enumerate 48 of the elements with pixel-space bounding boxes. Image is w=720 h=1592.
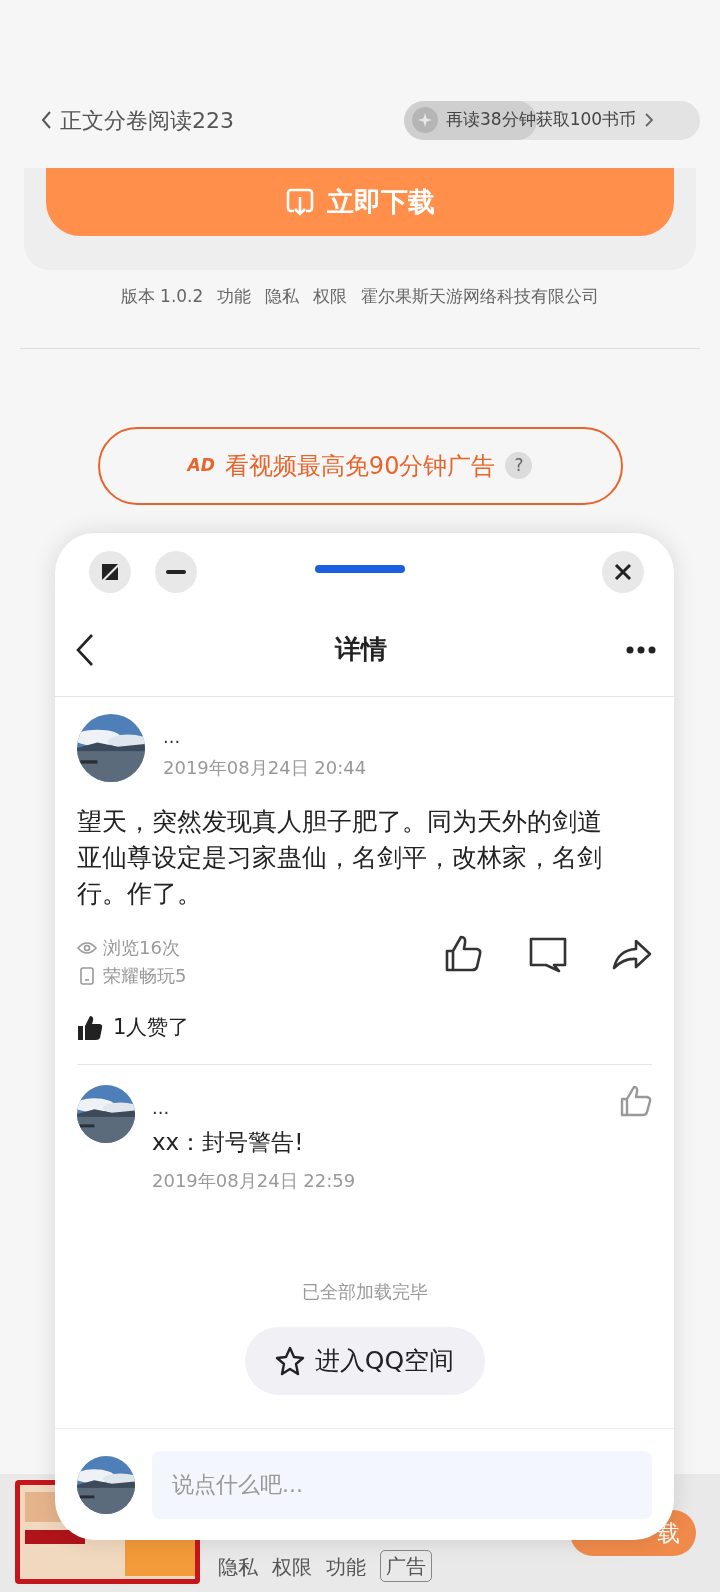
ad-tag: 广告 <box>380 1550 432 1582</box>
post-time: 2019年08月24日 20:44 <box>163 756 367 780</box>
chevron-right-icon <box>644 112 655 128</box>
resize-icon <box>100 562 120 582</box>
ad-link[interactable]: 隐私 <box>218 1552 258 1582</box>
ad-link[interactable]: 权限 <box>272 1552 312 1582</box>
minimize-icon <box>166 570 186 574</box>
view-count: 浏览16次 <box>103 936 180 960</box>
eye-icon <box>77 941 97 955</box>
drag-handle[interactable] <box>315 565 405 573</box>
download-icon <box>285 187 315 217</box>
qzone-button[interactable]: 进入QQ空间 <box>244 1327 485 1395</box>
comment-time: 2019年08月24日 22:59 <box>152 1169 357 1193</box>
end-of-list-note: 已全部加载完毕 <box>300 1280 429 1304</box>
info-link[interactable]: 隐私 <box>265 284 300 310</box>
version-text: 版本 1.0.2 <box>120 285 204 308</box>
comment-text: xx：封号警告! <box>152 1127 305 1157</box>
thumbs-up-icon[interactable] <box>620 1084 652 1117</box>
close-icon <box>614 563 632 581</box>
commenter-name: ... <box>152 1098 171 1117</box>
page-title: 详情 <box>334 633 387 666</box>
coin-icon <box>412 107 438 133</box>
chapter-title: 正文分卷阅读223 <box>60 106 234 135</box>
star-icon <box>274 1346 305 1376</box>
info-link[interactable]: 功能 <box>217 284 252 310</box>
post-text: 望天，突然发现真人胆子肥了。同为天外的剑道亚仙尊设定是习家蛊仙，名剑平，改林家，名剑行。作了。 <box>77 806 603 910</box>
resize-button[interactable] <box>89 551 131 593</box>
device-name: 荣耀畅玩5 <box>103 964 187 988</box>
author-name: ... <box>163 728 182 746</box>
thumbs-up-icon[interactable] <box>444 934 484 974</box>
company-name: 霍尔果斯天游网络科技有限公司 <box>361 285 600 308</box>
like-count: 1人赞了 <box>113 1014 190 1041</box>
more-icon[interactable] <box>626 645 656 654</box>
comment-input[interactable]: 说点什么吧... <box>152 1450 652 1519</box>
help-icon[interactable]: ? <box>505 452 533 479</box>
info-link[interactable]: 权限 <box>313 284 348 310</box>
phone-icon <box>77 967 97 985</box>
thumbs-up-icon <box>77 1014 103 1041</box>
ad-free-label: 看视频最高免90分钟广告 <box>224 450 496 482</box>
minimize-button[interactable] <box>155 551 197 593</box>
close-button[interactable] <box>602 551 644 593</box>
ad-free-video-button[interactable]: AD 看视频最高免90分钟广告 ? <box>97 426 623 505</box>
back-icon[interactable] <box>75 632 95 667</box>
ad-link[interactable]: 功能 <box>326 1552 366 1582</box>
ad-label: AD <box>187 453 215 477</box>
back-icon[interactable] <box>40 110 52 130</box>
reward-progress-pill[interactable]: 再读38分钟获取100书币 <box>404 100 700 140</box>
reward-text: 再读38分钟获取100书币 <box>446 108 637 132</box>
